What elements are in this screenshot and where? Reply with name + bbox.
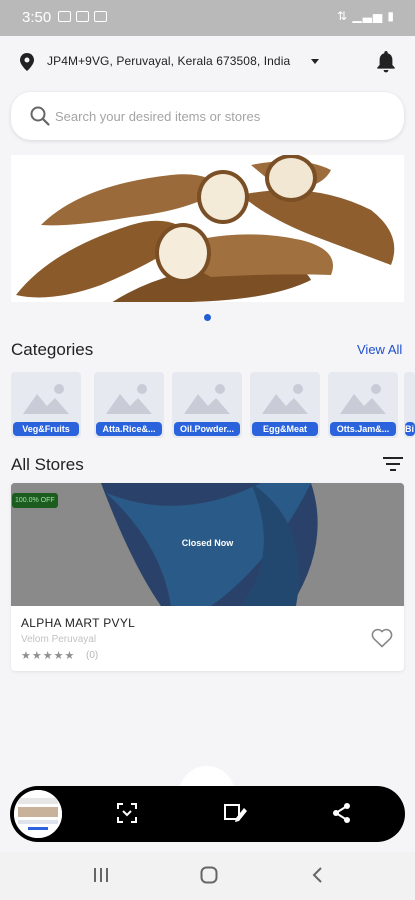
app-notification-icon bbox=[76, 11, 89, 22]
category-label: Bi bbox=[405, 422, 415, 436]
chevron-down-icon[interactable] bbox=[311, 59, 319, 64]
system-nav-bar bbox=[0, 852, 415, 900]
home-icon[interactable] bbox=[200, 866, 218, 884]
bell-icon[interactable] bbox=[376, 51, 396, 73]
closed-status: Closed Now bbox=[181, 538, 234, 548]
location-bar[interactable]: JP4M+9VG, Peruvayal, Kerala 673508, Indi… bbox=[0, 36, 415, 88]
image-placeholder-icon bbox=[106, 384, 152, 414]
all-stores-title: All Stores bbox=[11, 455, 84, 474]
location-pin-icon bbox=[20, 53, 34, 71]
category-card[interactable]: Egg&Meat bbox=[250, 372, 320, 438]
store-image: 100.0% OFF Closed Now bbox=[11, 483, 404, 606]
image-placeholder-icon bbox=[23, 384, 69, 414]
category-card[interactable]: Oil.Powder... bbox=[172, 372, 242, 438]
image-placeholder-icon bbox=[340, 384, 386, 414]
heart-outline-icon[interactable] bbox=[371, 628, 393, 648]
status-bar: 3:50 ⇅ ▁▃▅ ▮ bbox=[0, 0, 415, 36]
rating-count: (0) bbox=[86, 650, 99, 661]
search-input[interactable] bbox=[55, 106, 375, 126]
v-notification-icon bbox=[94, 11, 107, 22]
scan-icon[interactable] bbox=[116, 802, 138, 824]
category-label: Otts.Jam&... bbox=[330, 422, 396, 436]
screenshot-toolbar bbox=[10, 786, 405, 842]
share-icon[interactable] bbox=[332, 802, 352, 824]
home-screen: JP4M+9VG, Peruvayal, Kerala 673508, Indi… bbox=[0, 36, 415, 852]
edit-crop-icon[interactable] bbox=[222, 802, 248, 824]
filter-icon[interactable] bbox=[383, 456, 403, 472]
category-card[interactable]: Bi bbox=[404, 372, 415, 438]
store-card[interactable]: 100.0% OFF Closed Now ALPHA MART PVYL Ve… bbox=[11, 483, 404, 671]
gallery-notification-icon bbox=[58, 11, 71, 22]
search-bar[interactable] bbox=[11, 92, 404, 140]
categories-title: Categories bbox=[11, 340, 94, 359]
back-icon[interactable] bbox=[310, 866, 326, 884]
promo-banner[interactable] bbox=[11, 155, 404, 302]
screenshot-thumbnail[interactable] bbox=[12, 788, 64, 840]
view-all-link[interactable]: View All bbox=[357, 342, 402, 357]
screenshot-preview-image bbox=[14, 790, 62, 838]
rating-stars: ★★★★★ bbox=[21, 650, 76, 662]
status-time: 3:50 bbox=[22, 9, 52, 26]
category-label: Atta.Rice&... bbox=[96, 422, 162, 436]
discount-badge: 100.0% OFF bbox=[12, 493, 58, 508]
store-name: ALPHA MART PVYL bbox=[21, 616, 136, 630]
store-area: Velom Peruvayal bbox=[21, 634, 97, 645]
carousel-indicator[interactable] bbox=[204, 314, 211, 321]
cassava-banner-image bbox=[11, 155, 404, 302]
image-placeholder-icon bbox=[262, 384, 308, 414]
category-label: Oil.Powder... bbox=[174, 422, 240, 436]
recent-apps-icon[interactable] bbox=[92, 866, 110, 884]
category-label: Veg&Fruits bbox=[13, 422, 79, 436]
location-text: JP4M+9VG, Peruvayal, Kerala 673508, Indi… bbox=[47, 54, 291, 68]
signal-battery-icon: ⇅ ▁▃▅ ▮ bbox=[336, 9, 395, 23]
search-icon bbox=[30, 106, 50, 126]
image-placeholder-icon bbox=[184, 384, 230, 414]
category-card[interactable]: Otts.Jam&... bbox=[328, 372, 398, 438]
category-label: Egg&Meat bbox=[252, 422, 318, 436]
category-card[interactable]: Veg&Fruits bbox=[11, 372, 81, 438]
category-card[interactable]: Atta.Rice&... bbox=[94, 372, 164, 438]
